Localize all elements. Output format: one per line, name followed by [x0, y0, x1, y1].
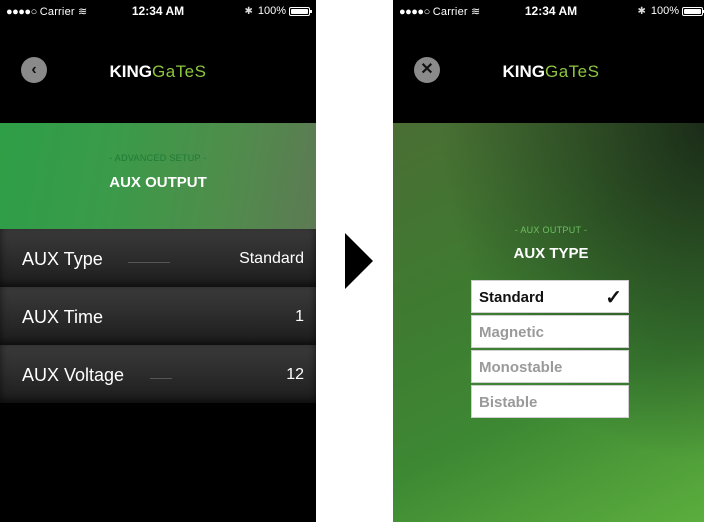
battery-percent: 100% — [650, 5, 679, 17]
row-value: 12 — [286, 366, 304, 383]
aux-type-options: Standard ✓ Magnetic Monostable Bistable — [471, 280, 629, 420]
row-label: AUX Voltage — [22, 365, 125, 385]
option-monostable[interactable]: Monostable — [471, 350, 629, 383]
divider — [128, 262, 170, 263]
status-bar: ●●●●○ Carrier ≋ 12:34 AM ✱ 100% — [0, 0, 316, 20]
page-title: AUX OUTPUT — [109, 174, 207, 191]
battery-icon — [289, 6, 312, 16]
row-value: Standard — [239, 250, 304, 267]
phone-screen-aux-type: ●●●●○ Carrier ≋ 12:34 AM ✱ 100% ✕ KINGGaT… — [393, 0, 704, 522]
battery-icon — [682, 6, 704, 16]
row-label: AUX Type — [22, 249, 103, 269]
bluetooth-icon: ✱ — [244, 5, 253, 17]
battery-indicator: ✱ 100% — [637, 5, 704, 17]
checkmark-icon: ✓ — [605, 287, 622, 309]
battery-percent: 100% — [257, 5, 286, 17]
transition-arrow-icon — [345, 233, 373, 289]
phone-screen-aux-output: ●●●●○ Carrier ≋ 12:34 AM ✱ 100% ‹ KINGGaT… — [0, 0, 316, 522]
settings-list: AUX Type Standard AUX Time 1 AUX Voltage… — [0, 229, 316, 403]
divider — [150, 378, 172, 379]
battery-indicator: ✱ 100% — [244, 5, 312, 17]
page-title: AUX TYPE — [513, 245, 589, 262]
section-header: - ADVANCED SETUP - AUX OUTPUT — [0, 123, 316, 229]
section-subtitle: - AUX OUTPUT - — [514, 225, 588, 235]
status-bar: ●●●●○ Carrier ≋ 12:34 AM ✱ 100% — [393, 0, 704, 20]
section-subtitle: - ADVANCED SETUP - — [109, 153, 207, 163]
aux-type-row[interactable]: AUX Type Standard — [0, 229, 316, 287]
option-bistable[interactable]: Bistable — [471, 385, 629, 418]
row-value: 1 — [295, 308, 304, 325]
option-standard[interactable]: Standard ✓ — [471, 280, 629, 313]
aux-voltage-row[interactable]: AUX Voltage 12 — [0, 345, 316, 403]
option-magnetic[interactable]: Magnetic — [471, 315, 629, 348]
bluetooth-icon: ✱ — [637, 5, 646, 17]
aux-time-row[interactable]: AUX Time 1 — [0, 287, 316, 345]
logo: KINGGaTeS — [109, 62, 207, 81]
logo: KINGGaTeS — [502, 62, 600, 81]
row-label: AUX Time — [22, 307, 104, 327]
